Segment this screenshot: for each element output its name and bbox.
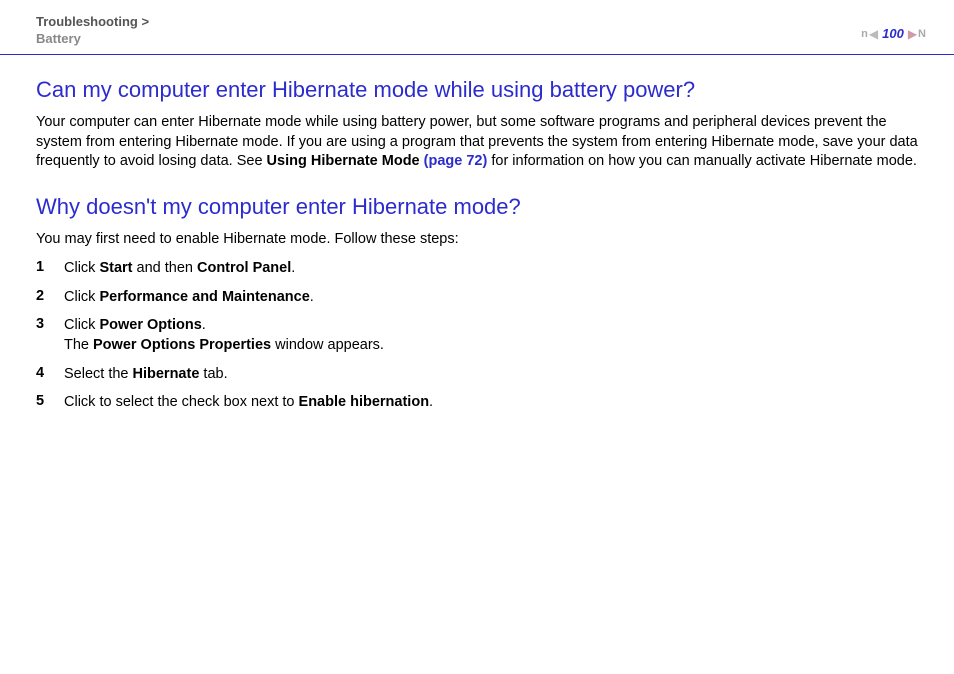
step-text-pre: Select the (64, 366, 133, 382)
step-text-pre: Click to select the check box next to (64, 394, 299, 410)
start-label: Start (99, 260, 132, 276)
step-text-pre: Click (64, 289, 99, 305)
performance-maintenance-label: Performance and Maintenance (99, 289, 309, 305)
step-1: 1 Click Start and then Control Panel. (36, 259, 924, 279)
breadcrumb-section[interactable]: Troubleshooting (36, 14, 138, 29)
step-text: Click to select the check box next to En… (64, 393, 924, 413)
prev-page-icon[interactable]: ◀ (869, 28, 878, 40)
pager-n-right: N (918, 28, 926, 40)
step-4: 4 Select the Hibernate tab. (36, 365, 924, 385)
step-text-post: . (310, 289, 314, 305)
step3-line2-post: window appears. (271, 337, 384, 353)
page-72-link[interactable]: (page 72) (424, 153, 488, 169)
step-number: 5 (36, 393, 64, 413)
steps-list: 1 Click Start and then Control Panel. 2 … (36, 259, 924, 412)
step-number: 4 (36, 365, 64, 385)
step-text-pre: Click (64, 317, 99, 333)
step-text-mid: and then (133, 260, 198, 276)
step-number: 2 (36, 288, 64, 308)
breadcrumb-separator: > (138, 14, 149, 29)
question-1-heading: Can my computer enter Hibernate mode whi… (36, 77, 924, 103)
step-text: Click Performance and Maintenance. (64, 288, 924, 308)
step-text-post: . (429, 394, 433, 410)
breadcrumb-line-2[interactable]: Battery (36, 31, 924, 46)
page-content: Can my computer enter Hibernate mode whi… (0, 55, 954, 413)
step-5: 5 Click to select the check box next to … (36, 393, 924, 413)
hibernate-tab-label: Hibernate (133, 366, 200, 382)
step-text: Select the Hibernate tab. (64, 365, 924, 385)
next-page-icon[interactable]: ▶ (908, 28, 917, 40)
step-number: 1 (36, 259, 64, 279)
step-text-pre: Click (64, 260, 99, 276)
pager-n-left: n (861, 28, 868, 40)
power-options-label: Power Options (99, 317, 201, 333)
step-text-post1: . (202, 317, 206, 333)
enable-hibernation-label: Enable hibernation (299, 394, 430, 410)
question-2-heading: Why doesn't my computer enter Hibernate … (36, 194, 924, 220)
page-number: 100 (882, 26, 904, 41)
step-number: 3 (36, 316, 64, 355)
step-text: Click Start and then Control Panel. (64, 259, 924, 279)
power-options-properties-label: Power Options Properties (93, 337, 271, 353)
breadcrumb-line-1: Troubleshooting > (36, 14, 924, 29)
q1-text-post: for information on how you can manually … (487, 153, 917, 169)
step3-line2-pre: The (64, 337, 93, 353)
step-3: 3 Click Power Options. The Power Options… (36, 316, 924, 355)
q1-bold-reference: Using Hibernate Mode (267, 153, 424, 169)
question-2-intro: You may first need to enable Hibernate m… (36, 230, 924, 250)
pager: n ◀ 100 ▶ N (861, 26, 926, 41)
step-text-post: . (291, 260, 295, 276)
control-panel-label: Control Panel (197, 260, 291, 276)
page-header: Troubleshooting > Battery n ◀ 100 ▶ N (0, 0, 954, 55)
step-2: 2 Click Performance and Maintenance. (36, 288, 924, 308)
step-text: Click Power Options. The Power Options P… (64, 316, 924, 355)
step-text-post: tab. (199, 366, 227, 382)
question-1-body: Your computer can enter Hibernate mode w… (36, 113, 924, 172)
